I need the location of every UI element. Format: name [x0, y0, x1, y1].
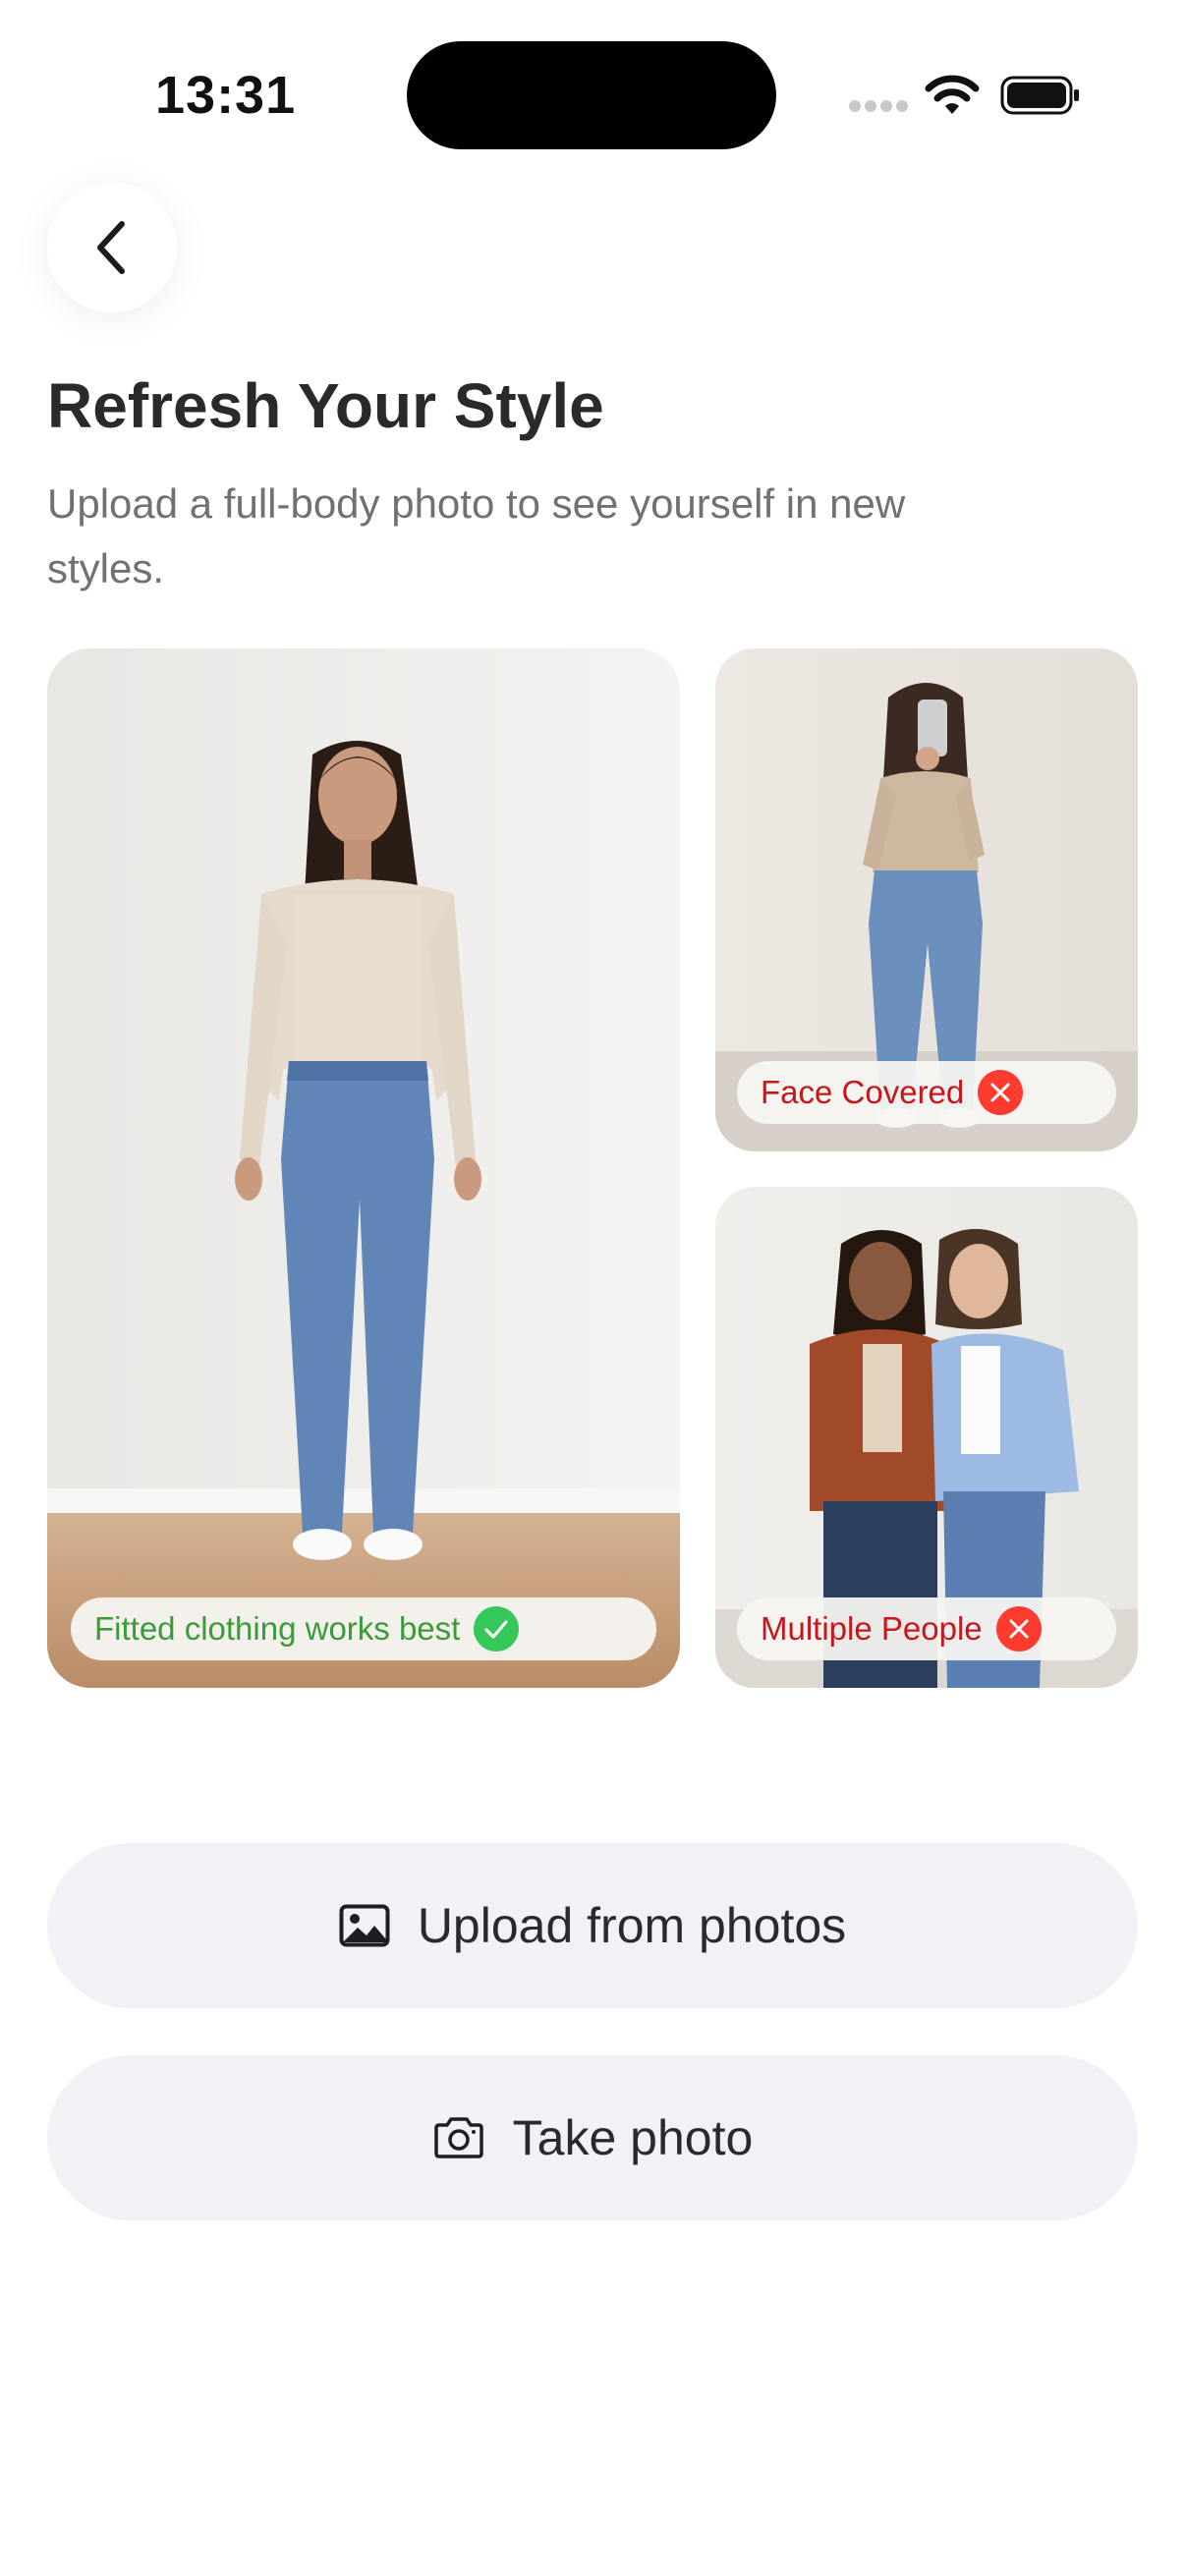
- example-photo-multiple-people: Multiple People: [715, 1187, 1138, 1688]
- back-button[interactable]: [47, 183, 177, 312]
- caption-text: Face Covered: [761, 1074, 965, 1110]
- check-circle-icon: [474, 1606, 520, 1652]
- example-photo-face-covered: Face Covered: [715, 648, 1138, 1151]
- upload-from-photos-button[interactable]: Upload from photos: [47, 1843, 1138, 2008]
- image-icon: [339, 1904, 390, 1947]
- example-caption-multiple-people: Multiple People: [737, 1597, 1116, 1660]
- page-subtitle: Upload a full-body photo to see yourself…: [47, 480, 906, 591]
- upload-button-label: Upload from photos: [417, 1898, 847, 1953]
- cellular-signal-icon: [849, 100, 908, 112]
- dynamic-island: [407, 41, 776, 149]
- take-photo-button-label: Take photo: [512, 2110, 754, 2165]
- caption-text: Fitted clothing works best: [94, 1610, 461, 1647]
- x-circle-icon: [995, 1606, 1042, 1652]
- wifi-icon: [925, 75, 980, 114]
- caption-text: Multiple People: [761, 1610, 983, 1647]
- full-body-photo-illustration: [47, 648, 680, 1688]
- status-bar: 13:31: [0, 0, 1185, 187]
- status-time: 13:31: [155, 66, 297, 125]
- example-photo-good: Fitted clothing works best: [47, 648, 680, 1688]
- chevron-left-icon: [97, 221, 125, 274]
- example-caption-good: Fitted clothing works best: [71, 1597, 656, 1660]
- camera-icon: [433, 2117, 483, 2158]
- example-caption-face-covered: Face Covered: [737, 1061, 1116, 1124]
- battery-icon: [1000, 76, 1079, 115]
- take-photo-button[interactable]: Take photo: [47, 2055, 1138, 2220]
- page-title: Refresh Your Style: [47, 370, 604, 441]
- x-circle-icon: [978, 1070, 1024, 1115]
